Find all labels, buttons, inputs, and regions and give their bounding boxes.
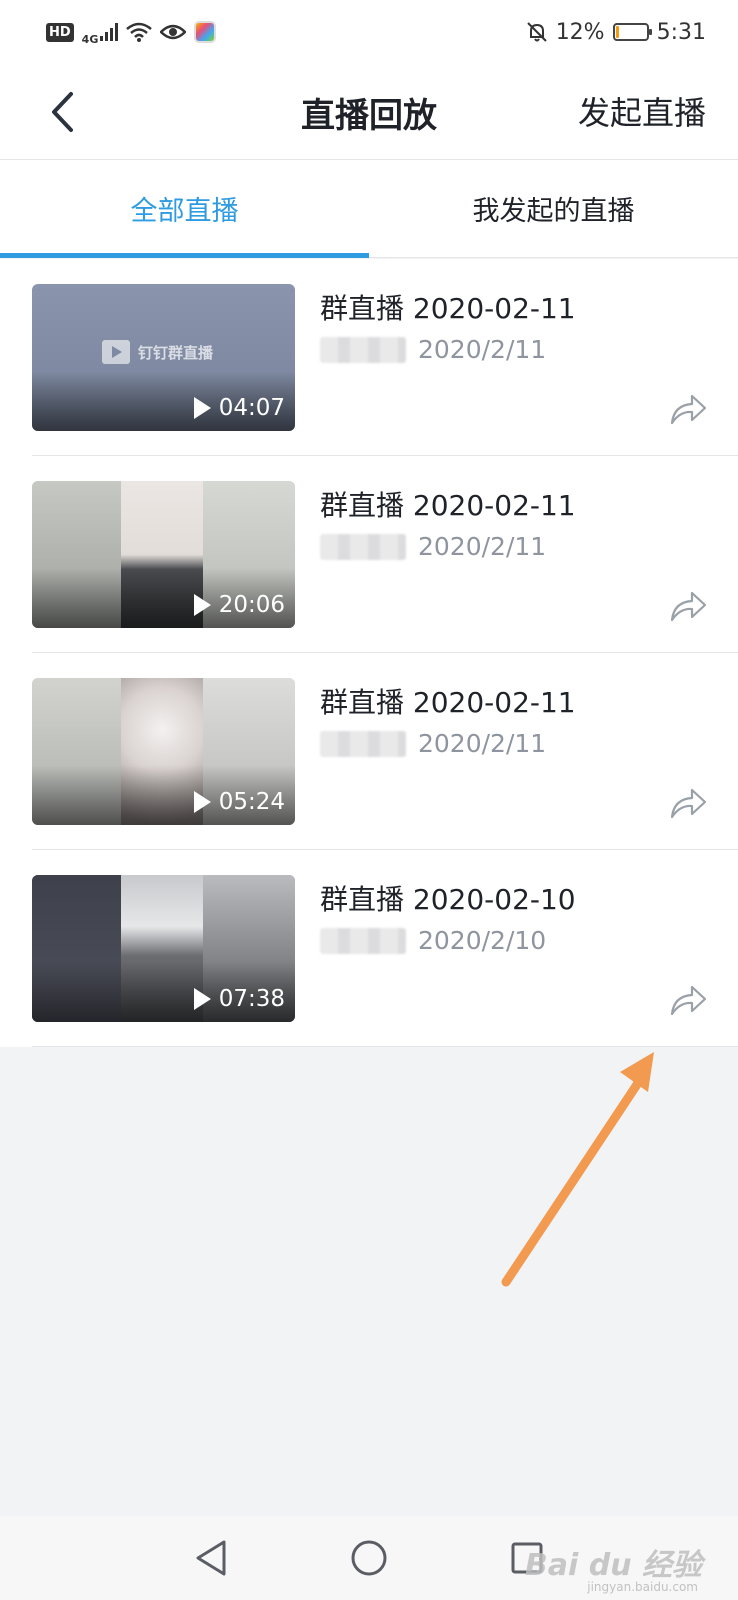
app-notification-icon — [194, 21, 217, 43]
play-icon — [193, 397, 211, 419]
share-icon[interactable] — [668, 588, 708, 624]
clock: 5:31 — [656, 19, 706, 45]
thumbnail-watermark: 钉钉群直播 — [102, 340, 213, 364]
share-icon[interactable] — [668, 785, 708, 821]
list-item[interactable]: 07:38 群直播 2020-02-10 2020/2/10 — [32, 850, 738, 1047]
wifi-icon — [126, 22, 153, 42]
status-bar: HD 4G 12% 5:31 — [0, 0, 738, 64]
item-meta: 2020/2/11 — [320, 335, 546, 364]
item-title: 群直播 2020-02-10 — [320, 883, 576, 916]
nav-back-button[interactable] — [187, 1534, 235, 1582]
tab-bar: 全部直播 我发起的直播 — [0, 160, 738, 258]
play-icon — [193, 594, 211, 616]
list-item[interactable]: 钉钉群直播 04:07 群直播 2020-02-11 2020/2/11 — [32, 259, 738, 456]
start-live-button[interactable]: 发起直播 — [578, 88, 706, 134]
network-type-label: 4G — [81, 32, 99, 46]
video-duration: 05:24 — [193, 789, 285, 815]
video-thumbnail[interactable]: 05:24 — [32, 678, 295, 825]
home-circle-icon — [351, 1540, 387, 1576]
duration-label: 04:07 — [218, 395, 285, 421]
battery-fill — [615, 26, 620, 38]
signal-icon — [100, 23, 119, 41]
duration-label: 07:38 — [218, 986, 285, 1012]
item-meta: 2020/2/10 — [320, 926, 546, 955]
item-title: 群直播 2020-02-11 — [320, 292, 576, 325]
hd-badge: HD — [46, 22, 74, 42]
item-title: 群直播 2020-02-11 — [320, 489, 576, 522]
play-icon — [193, 791, 211, 813]
video-thumbnail[interactable]: 20:06 — [32, 481, 295, 628]
duration-label: 05:24 — [218, 789, 285, 815]
thumbnail-watermark-text: 钉钉群直播 — [138, 343, 214, 362]
tab-all-live[interactable]: 全部直播 — [0, 160, 369, 258]
app-header: 直播回放 发起直播 — [0, 64, 738, 160]
share-icon[interactable] — [668, 391, 708, 427]
duration-label: 20:06 — [218, 592, 285, 618]
item-meta: 2020/2/11 — [320, 729, 546, 758]
baidu-watermark-url: jingyan.baidu.com — [587, 1580, 698, 1594]
nav-home-button[interactable] — [345, 1534, 393, 1582]
tab-my-live[interactable]: 我发起的直播 — [369, 160, 738, 257]
share-icon[interactable] — [668, 982, 708, 1018]
play-icon — [193, 988, 211, 1010]
replay-list: 钉钉群直播 04:07 群直播 2020-02-11 2020/2/11 20:… — [0, 259, 738, 1047]
list-item[interactable]: 05:24 群直播 2020-02-11 2020/2/11 — [32, 653, 738, 850]
item-date: 2020/2/11 — [418, 532, 547, 561]
back-triangle-icon — [196, 1540, 226, 1576]
eye-icon — [160, 24, 187, 40]
list-item[interactable]: 20:06 群直播 2020-02-11 2020/2/11 — [32, 456, 738, 653]
bell-off-icon — [526, 22, 547, 42]
item-date: 2020/2/11 — [418, 335, 547, 364]
battery-percent: 12% — [555, 19, 605, 45]
screen: HD 4G 12% 5:31 直播回放 发起直播 全部直播 我发起的直播 钉钉群… — [0, 0, 738, 1600]
video-thumbnail[interactable]: 07:38 — [32, 875, 295, 1022]
tv-icon — [102, 340, 130, 364]
blurred-author — [320, 927, 406, 954]
video-duration: 20:06 — [193, 592, 285, 618]
item-title: 群直播 2020-02-11 — [320, 686, 576, 719]
blurred-author — [320, 336, 406, 363]
blurred-author — [320, 533, 406, 560]
video-duration: 07:38 — [193, 986, 285, 1012]
baidu-watermark: Bai du 经验 — [524, 1548, 702, 1583]
video-thumbnail[interactable]: 钉钉群直播 04:07 — [32, 284, 295, 431]
status-left: HD 4G — [46, 19, 217, 46]
item-meta: 2020/2/11 — [320, 532, 546, 561]
video-duration: 04:07 — [193, 395, 285, 421]
blurred-author — [320, 730, 406, 757]
item-date: 2020/2/11 — [418, 729, 547, 758]
item-date: 2020/2/10 — [418, 926, 547, 955]
status-right: 12% 5:31 — [526, 20, 706, 45]
battery-icon — [612, 23, 652, 41]
